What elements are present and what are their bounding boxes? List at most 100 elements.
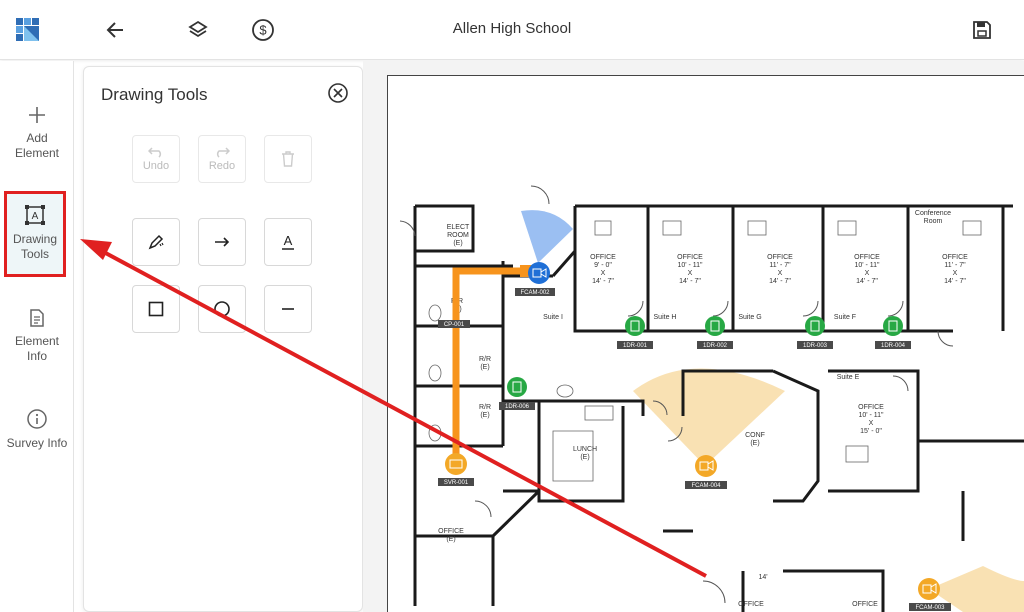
- room-label: OFFICE: [677, 254, 703, 261]
- layers-icon[interactable]: [182, 14, 214, 46]
- delete-button[interactable]: [264, 135, 312, 183]
- room-label: (E): [480, 412, 489, 419]
- room-label: Suite F: [834, 314, 856, 321]
- room-label: 10' - 11": [858, 412, 884, 419]
- line-icon: [282, 308, 294, 310]
- close-icon[interactable]: [326, 81, 350, 105]
- undo-button[interactable]: Undo: [132, 135, 180, 183]
- floorplan-canvas[interactable]: ELECT ROOM (E) R/R (E) R/R (E) R/R (E) O…: [363, 61, 1024, 612]
- svg-text:$: $: [259, 23, 267, 38]
- device-label: 1DR-001: [623, 343, 648, 349]
- arrow-tool-button[interactable]: [198, 218, 246, 266]
- text-tool-button[interactable]: A: [264, 218, 312, 266]
- device-label: CP-001: [444, 322, 465, 328]
- sidebar-item-label: Element: [14, 146, 60, 160]
- cable-run: [452, 267, 528, 458]
- redo-button[interactable]: Redo: [198, 135, 246, 183]
- arrow-right-icon: [215, 237, 230, 247]
- document-icon: [30, 309, 44, 327]
- sidebar-item-label: Drawing: [12, 232, 57, 246]
- redo-icon: [216, 147, 230, 158]
- page-title: Allen High School: [452, 20, 572, 37]
- room-label: 14' - 7": [679, 278, 701, 285]
- app-logo-icon[interactable]: [12, 14, 44, 46]
- redo-label: Redo: [208, 160, 236, 172]
- floorplan-drawing: ELECT ROOM (E) R/R (E) R/R (E) R/R (E) O…: [399, 185, 1024, 612]
- room-label: OFFICE: [738, 601, 764, 608]
- floppy-disk-icon[interactable]: [966, 14, 998, 46]
- room-label: X: [869, 420, 874, 427]
- device-label: SVR-001: [444, 480, 469, 486]
- room-label: 10' - 11": [854, 262, 880, 269]
- line-tool-button[interactable]: [264, 285, 312, 333]
- sidebar-item-label: Survey Info: [6, 436, 68, 450]
- room-label: 11' - 7": [769, 262, 791, 269]
- sidebar-item-add-element[interactable]: Add Element: [0, 105, 74, 161]
- panel-title: Drawing Tools: [101, 85, 208, 104]
- room-label: Suite H: [654, 314, 677, 321]
- freehand-draw-button[interactable]: [132, 218, 180, 266]
- room-label: OFFICE: [854, 254, 880, 261]
- room-label: 14' - 7": [769, 278, 791, 285]
- room-label: X: [688, 270, 693, 277]
- room-label: ELECT: [447, 224, 470, 231]
- room-label: OFFICE: [858, 404, 884, 411]
- svg-text:A: A: [284, 233, 293, 248]
- circle-tool-button[interactable]: [198, 285, 246, 333]
- room-label: ROOM: [447, 232, 469, 239]
- room-label: (E): [446, 536, 455, 543]
- room-label: X: [778, 270, 783, 277]
- room-label: R/R: [479, 404, 491, 411]
- room-label: 11' - 7": [944, 262, 966, 269]
- room-label: (E): [750, 440, 759, 447]
- room-label: 14' - 7": [592, 278, 614, 285]
- sidebar-item-label: Info: [26, 349, 47, 363]
- room-label: X: [865, 270, 870, 277]
- room-label: (E): [453, 240, 462, 247]
- sidebar-item-drawing-tools[interactable]: A Drawing Tools: [4, 191, 66, 277]
- room-label: LUNCH: [573, 446, 597, 453]
- trash-icon: [282, 151, 294, 167]
- room-label: CONF: [745, 432, 765, 439]
- left-sidebar: Add Element A Drawing Tools Element Info…: [0, 61, 74, 612]
- device-svr-001[interactable]: SVR-001: [438, 453, 474, 486]
- arrow-left-icon[interactable]: [100, 14, 132, 46]
- text-underline-icon: A: [282, 233, 294, 250]
- svg-text:A: A: [32, 211, 39, 222]
- device-fcam-004[interactable]: FCAM-004: [685, 455, 727, 489]
- room-label: OFFICE: [590, 254, 616, 261]
- plus-icon: [29, 107, 45, 123]
- camera-coverage-cone: [633, 368, 785, 466]
- room-label: 14' - 7": [944, 278, 966, 285]
- room-label: (E): [480, 364, 489, 371]
- room-label: 9' - 0": [594, 262, 612, 269]
- undo-label: Undo: [142, 160, 170, 172]
- device-label: FCAM-004: [691, 483, 721, 489]
- circle-icon: [214, 301, 230, 317]
- sidebar-item-label: Tools: [20, 247, 49, 261]
- rectangle-tool-button[interactable]: [132, 285, 180, 333]
- room-label: OFFICE: [767, 254, 793, 261]
- camera-coverage-cone: [521, 210, 573, 263]
- device-label: 1DR-002: [703, 343, 728, 349]
- room-label: Suite I: [543, 314, 563, 321]
- room-label: Conference: [915, 210, 951, 217]
- undo-icon: [148, 147, 162, 158]
- device-cp-001[interactable]: CP-001: [438, 320, 470, 328]
- sidebar-item-element-info[interactable]: Element Info: [0, 308, 74, 364]
- room-label: R/R: [479, 356, 491, 363]
- device-label: 1DR-006: [505, 404, 530, 410]
- pen-sparkle-icon: [148, 234, 164, 250]
- room-label: Suite G: [738, 314, 761, 321]
- room-label: X: [601, 270, 606, 277]
- room-label: 15' - 0": [860, 428, 882, 435]
- device-label: 1DR-003: [803, 343, 828, 349]
- sidebar-item-label: Add: [26, 131, 48, 145]
- room-label: OFFICE: [438, 528, 464, 535]
- room-label: OFFICE: [942, 254, 968, 261]
- square-icon: [148, 301, 164, 317]
- dollar-circle-icon[interactable]: $: [247, 14, 279, 46]
- sidebar-item-survey-info[interactable]: Survey Info: [0, 408, 74, 451]
- top-bar: $ Allen High School: [0, 0, 1024, 60]
- device-label: FCAM-002: [520, 290, 550, 296]
